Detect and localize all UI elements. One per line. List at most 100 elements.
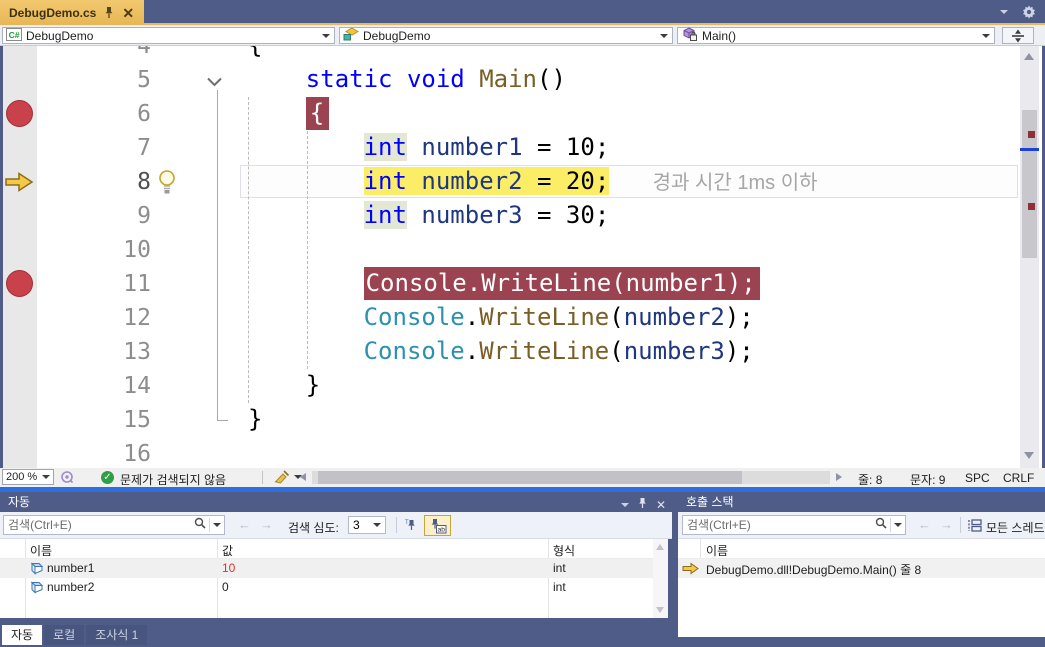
column-header-name[interactable]: 이름 (706, 542, 728, 559)
document-tab-title: DebugDemo.cs (9, 6, 96, 20)
project-dropdown[interactable]: C# DebugDemo (2, 27, 335, 44)
forward-arrow-icon[interactable]: → (940, 517, 953, 532)
all-threads-label[interactable]: 모든 스레드 (986, 519, 1045, 536)
autos-search-input[interactable] (4, 518, 194, 532)
execution-pointer-icon[interactable] (4, 171, 34, 198)
code-cleanup-button[interactable] (274, 470, 302, 484)
code-token (248, 303, 364, 331)
no-issues-check-icon[interactable]: ✓ (101, 471, 114, 484)
stack-frame-row[interactable]: DebugDemo.dll!DebugDemo.Main() 줄 8 (678, 559, 1045, 578)
code-line[interactable]: } (248, 403, 262, 437)
editor-vertical-scrollbar[interactable] (1020, 46, 1039, 468)
type-dropdown[interactable]: DebugDemo (339, 27, 673, 44)
callstack-search-box[interactable] (682, 515, 906, 535)
code-line[interactable]: static void Main() (248, 63, 566, 97)
outline-guide-corner (217, 420, 228, 421)
code-token: int (364, 167, 407, 195)
column-header-value[interactable]: 값 (222, 542, 233, 559)
line-number: 12 (37, 301, 151, 335)
code-line[interactable]: int number2 = 20; 경과 시간 1ms 이하 (248, 165, 818, 199)
editor-status-bar: 200 % ✓ 문제가 검색되지 않음 줄: 8 문자: 9 SPC CRLF (0, 468, 1045, 487)
forward-arrow-icon[interactable]: → (260, 517, 273, 532)
document-tab[interactable]: DebugDemo.cs ✕ (0, 0, 144, 25)
watch-tab-자동[interactable]: 자동 (2, 625, 42, 645)
back-arrow-icon[interactable]: ← (238, 517, 251, 532)
scroll-up-arrow-icon[interactable] (656, 544, 664, 550)
search-depth-value: 3 (353, 518, 360, 532)
search-depth-label: 검색 심도: (288, 519, 339, 536)
scrollbar-thumb[interactable] (318, 471, 742, 484)
visual-studio-window: DebugDemo.cs ✕ C# DebugDemo DebugDemo (0, 0, 1045, 647)
code-token: number2 (624, 303, 725, 331)
column-header-type[interactable]: 형식 (553, 542, 575, 559)
scroll-right-arrow-icon[interactable] (836, 473, 842, 481)
scroll-up-arrow-icon[interactable] (1024, 53, 1034, 60)
autos-search-box[interactable] (3, 515, 225, 535)
code-line[interactable]: } (248, 369, 320, 403)
scrollbar-thumb[interactable] (1022, 110, 1037, 258)
search-icon[interactable] (875, 516, 887, 534)
editor-health-icon[interactable] (60, 470, 74, 487)
callstack-search-input[interactable] (683, 518, 875, 532)
close-icon[interactable]: ✕ (122, 6, 134, 20)
watch-value: 10 (222, 561, 235, 575)
chevron-down-icon[interactable] (213, 523, 221, 527)
pin-icon[interactable] (104, 6, 114, 19)
split-editor-button[interactable] (1002, 27, 1034, 44)
window-menu-chevron-icon[interactable] (1000, 10, 1008, 14)
member-dropdown[interactable]: Main() (677, 27, 995, 44)
code-token: () (537, 65, 566, 93)
code-editor[interactable]: 4{5 static void Main()6 {7 int number1 =… (0, 46, 1045, 468)
analysis-status-text: 문제가 검색되지 않음 (120, 471, 226, 488)
code-token (248, 99, 306, 127)
scroll-down-arrow-icon[interactable] (1024, 452, 1034, 459)
search-icon[interactable] (194, 516, 206, 534)
divider (960, 517, 961, 533)
breakpoint-indicator[interactable] (6, 100, 33, 127)
line-number: 14 (37, 369, 151, 403)
autos-vertical-scrollbar[interactable] (653, 539, 668, 618)
gear-icon[interactable] (1022, 5, 1036, 24)
back-arrow-icon[interactable]: ← (918, 517, 931, 532)
watch-row[interactable]: number20int (0, 578, 653, 597)
line-number: 4 (37, 46, 151, 63)
window-position-chevron-icon[interactable] (621, 503, 629, 507)
code-token: WriteLine (479, 303, 609, 331)
breakpoint-scroll-mark (1028, 203, 1035, 210)
line-number: 8 (37, 165, 151, 199)
lightbulb-icon[interactable] (157, 169, 177, 200)
code-token: 20; (566, 167, 609, 195)
divider (396, 517, 397, 533)
chevron-down-icon (322, 34, 330, 38)
code-token: ( (609, 303, 623, 331)
code-token (407, 201, 421, 229)
zoom-select[interactable]: 200 % (2, 469, 54, 485)
code-line[interactable]: { (248, 46, 262, 63)
breakpoint-indicator[interactable] (6, 270, 33, 297)
pin-to-source-icon[interactable]: T (404, 518, 416, 538)
watch-tab-조사식 1[interactable]: 조사식 1 (86, 625, 147, 645)
column-header-name[interactable]: 이름 (30, 542, 52, 559)
watch-row[interactable]: number110int (0, 559, 653, 578)
watch-tab-로컬[interactable]: 로컬 (44, 625, 84, 645)
autos-grid-header: 이름 값 형식 (0, 539, 653, 559)
code-line[interactable]: Console.WriteLine(number3); (248, 335, 754, 369)
class-icon (343, 27, 359, 44)
code-line[interactable]: Console.WriteLine(number1); (248, 267, 760, 301)
code-token: number2 (421, 167, 522, 195)
code-line[interactable]: int number1 = 10; (248, 131, 609, 165)
code-token (248, 269, 364, 297)
code-line[interactable]: Console.WriteLine(number2); (248, 301, 754, 335)
chevron-down-icon[interactable] (894, 523, 902, 527)
code-line[interactable]: { (248, 97, 329, 131)
pin-values-toggle-button[interactable]: ab (424, 515, 451, 536)
scroll-left-arrow-icon[interactable] (300, 473, 306, 481)
stack-frame-text: DebugDemo.dll!DebugDemo.Main() 줄 8 (706, 561, 921, 578)
all-threads-icon[interactable] (968, 519, 982, 537)
collapse-chevron-icon[interactable] (206, 74, 223, 92)
search-depth-select[interactable]: 3 (348, 516, 386, 534)
scroll-down-arrow-icon[interactable] (656, 607, 664, 613)
close-icon[interactable]: ✕ (656, 499, 666, 511)
code-line[interactable]: int number3 = 30; (248, 199, 609, 233)
editor-horizontal-scrollbar[interactable] (312, 471, 830, 484)
